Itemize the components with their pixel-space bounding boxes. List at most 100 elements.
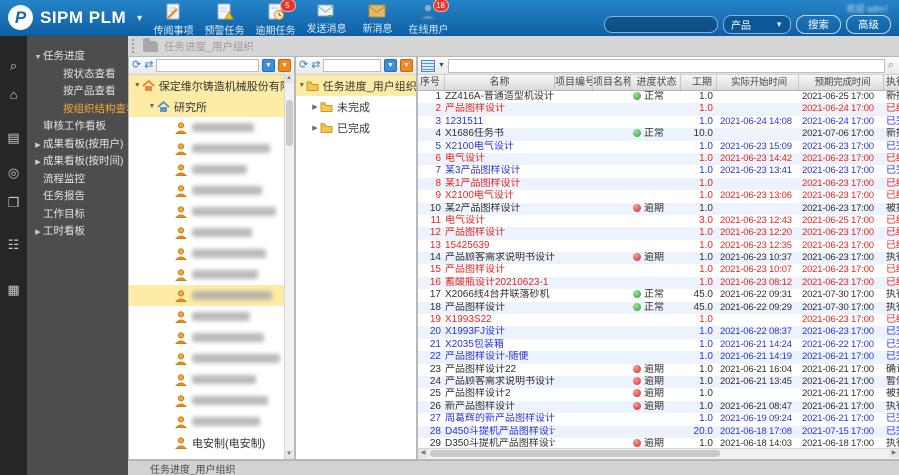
tree-row[interactable] <box>129 348 294 369</box>
table-row[interactable]: 20 X1993FJ设计 1.0 2021-06-22 08:37 2021-06-23… <box>418 326 899 339</box>
tree-row[interactable] <box>129 306 294 327</box>
search-category-select[interactable]: 产品 ▼ <box>723 15 791 34</box>
sidebar-item-按产品查看[interactable]: 按产品查看 <box>27 83 128 101</box>
tree-row[interactable]: ▶ 已完成 <box>296 117 416 138</box>
global-search-input[interactable] <box>604 16 718 33</box>
table-row[interactable]: 26 新产品图样设计 逾期 1.0 2021-06-21 08:47 2021-06-21… <box>418 400 899 414</box>
col-header-进度状态[interactable]: 进度状态 <box>631 75 681 90</box>
table-row[interactable]: 17 X2066线4台并联落砂机 正常 45.0 2021-06-22 09:31 202… <box>418 289 899 301</box>
tree-row[interactable] <box>129 390 294 411</box>
toolbar-button-预警任务[interactable]: 预警任务 <box>199 2 250 36</box>
toolbar-button-在线用户[interactable]: 18 在线用户 <box>403 0 454 36</box>
table-row[interactable]: 4 X1686任务书 正常 10.0 2021-07-06 17:00 新接收 <box>418 128 899 141</box>
filter-icon[interactable]: ▼ <box>278 59 291 72</box>
logo-chevron-down-icon[interactable]: ▼ <box>135 13 144 23</box>
scrollbar-thumb[interactable] <box>430 450 720 457</box>
scroll-left-icon[interactable]: ◀ <box>418 449 428 458</box>
tree-row[interactable]: ▼ 研究所 <box>129 96 294 117</box>
scrollbar-thumb[interactable] <box>286 100 293 146</box>
tree-row[interactable] <box>129 285 294 306</box>
table-row[interactable]: 25 产品图样设计2 逾期 1.0 2021-06-21 17:00 被拒绝 <box>418 388 899 400</box>
sync-icon[interactable]: ⇄ <box>311 60 320 71</box>
task-tree-filter-input[interactable] <box>323 59 381 72</box>
sidebar-item-按状态查看[interactable]: 按状态查看 <box>27 66 128 84</box>
tree-row[interactable] <box>129 264 294 285</box>
tree-row[interactable] <box>129 201 294 222</box>
sidebar-item-成果看板(按时间)[interactable]: ▶ 成果看板(按时间) <box>27 153 128 171</box>
toolbar-button-传阅事项[interactable]: 传阅事项 <box>148 2 199 36</box>
table-row[interactable]: 13 15425639 1.0 2021-06-23 12:35 2021-06-23 … <box>418 240 899 252</box>
column-settings-icon[interactable] <box>421 59 435 72</box>
chevron-down-icon[interactable]: ▼ <box>438 62 445 69</box>
filter-icon[interactable]: ▼ <box>400 59 413 72</box>
book-icon[interactable]: ❒ <box>0 195 27 211</box>
table-row[interactable]: 24 产品顾客需求说明书设计 逾期 1.0 2021-06-21 13:45 2021-0… <box>418 375 899 389</box>
table-row[interactable]: 1ZZ416A-普通造型机设计正常1.02021-06-25 17:00新接收 <box>418 91 899 103</box>
table-row[interactable]: 22 产品图样设计-随便 1.0 2021-06-21 14:19 2021-06-21… <box>418 351 899 364</box>
expander-down-icon[interactable]: ▼ <box>133 82 142 89</box>
col-header-项目编号[interactable]: 项目编号 <box>555 75 593 90</box>
org-tree-filter-input[interactable] <box>156 59 259 72</box>
tree-row[interactable] <box>129 180 294 201</box>
sync-icon[interactable]: ⇄ <box>144 60 153 71</box>
locate-down-icon[interactable]: ▼ <box>262 59 275 72</box>
tree-row[interactable] <box>129 327 294 348</box>
refresh-icon[interactable]: ⟳ <box>132 60 141 71</box>
tree-row[interactable]: 电安制(电安制) <box>129 432 294 453</box>
table-scroll-up-icon[interactable]: ▲ <box>892 92 898 98</box>
advanced-search-button[interactable]: 高级 <box>846 15 891 34</box>
tree-row[interactable] <box>129 243 294 264</box>
tree-row[interactable] <box>129 411 294 432</box>
app-logo[interactable]: P SIPM PLM ▼ <box>8 5 144 30</box>
tree-row[interactable] <box>129 369 294 390</box>
table-row[interactable]: 11 电气设计 3.0 2021-06-23 12:43 2021-06-25 17:0… <box>418 215 899 227</box>
col-header-执行状态[interactable]: 执行状态 <box>884 75 899 90</box>
sidebar-item-流程监控[interactable]: 流程监控 <box>27 171 128 189</box>
database-icon[interactable]: ▤ <box>0 130 27 146</box>
scroll-down-icon[interactable]: ▼ <box>285 450 293 459</box>
sidebar-item-任务报告[interactable]: 任务报告 <box>27 188 128 206</box>
drag-handle[interactable] <box>132 39 137 53</box>
scroll-right-icon[interactable]: ▶ <box>889 449 899 458</box>
col-header-实际开始时间[interactable]: 实际开始时间 <box>717 75 799 90</box>
locate-down-icon[interactable]: ▼ <box>384 59 397 72</box>
table-row[interactable]: 5 X2100电气设计 1.0 2021-06-23 15:09 2021-06-23 … <box>418 141 899 153</box>
sidebar-item-审核工作看板[interactable]: 审核工作看板 <box>27 118 128 136</box>
table-row[interactable]: 8 某1产品图样设计 1.0 2021-06-23 17:00 已终止 <box>418 177 899 191</box>
tree-row[interactable] <box>129 117 294 138</box>
toolbar-button-新消息[interactable]: 新消息 <box>352 2 403 35</box>
col-header-工期[interactable]: 工期 <box>681 75 717 90</box>
sidebar-item-工作目标[interactable]: 工作目标 <box>27 206 128 224</box>
col-header-名称[interactable]: 名称 <box>445 75 555 90</box>
table-row[interactable]: 21 X2035包装箱 1.0 2021-06-21 14:24 2021-06-22 … <box>418 339 899 351</box>
search-button[interactable]: 搜索 <box>796 15 841 34</box>
home-icon[interactable]: ⌂ <box>0 87 27 102</box>
col-header-预期完成时间[interactable]: 预期完成时间 <box>799 75 884 90</box>
tree-row[interactable]: ▼ 任务进度_用户组织_部门 <box>296 75 416 96</box>
search-icon[interactable]: ⌕ <box>0 58 27 74</box>
table-row[interactable]: 9 X2100电气设计 1.0 2021-06-23 13:06 2021-06-23 … <box>418 190 899 202</box>
table-hscrollbar[interactable]: ◀ ▶ <box>418 448 899 459</box>
org-tree-scrollbar[interactable]: ▲ ▼ <box>284 74 294 459</box>
tree-row[interactable] <box>129 138 294 159</box>
table-row[interactable]: 18 产品图样设计 正常 45.0 2021-06-22 09:29 2021-07-30… <box>418 301 899 315</box>
table-row[interactable]: 12 产品图样设计 1.0 2021-06-23 12:20 2021-06-23 17… <box>418 227 899 240</box>
sidebar-item-成果看板(按用户)[interactable]: ▶ 成果看板(按用户) <box>27 136 128 154</box>
table-row[interactable]: 27 周葛辉的新产品图样设计 1.0 2021-06-19 09:24 2021-06-… <box>418 413 899 425</box>
expander-right-icon[interactable]: ▶ <box>310 124 320 132</box>
scroll-up-icon[interactable]: ▲ <box>285 74 293 83</box>
tree-row[interactable] <box>129 222 294 243</box>
sidebar-item-工时看板[interactable]: ▶ 工时看板 <box>27 223 128 241</box>
table-row[interactable]: 23 产品图样设计22 逾期 1.0 2021-06-21 16:04 2021-06-2… <box>418 364 899 376</box>
tab-task-progress-usergroup[interactable]: 任务进度_用户组织 <box>164 39 254 54</box>
table-row[interactable]: 14 产品顾客需求说明书设计 逾期 1.0 2021-06-23 10:37 2021-0… <box>418 252 899 265</box>
table-row[interactable]: 10 某2产品图样设计 逾期 1.0 2021-06-23 17:00 被拒绝 <box>418 202 899 215</box>
magnifier-icon[interactable]: ⌕ <box>888 59 894 72</box>
tree-row[interactable]: ▶ 未完成 <box>296 96 416 117</box>
expander-right-icon[interactable]: ▶ <box>310 103 320 111</box>
table-row[interactable]: 28 D450斗提机产品图样设计 20.0 2021-06-18 17:08 2021-… <box>418 425 899 438</box>
tree-row[interactable] <box>129 159 294 180</box>
table-row[interactable]: 19 X1993S22 1.0 2021-06-23 17:00 已终止 <box>418 314 899 326</box>
sidebar-item-任务进度[interactable]: ▼ 任务进度 <box>27 48 128 66</box>
tree-row[interactable]: ▼ 保定维尔铸造机械股份有限公司 <box>129 75 294 96</box>
